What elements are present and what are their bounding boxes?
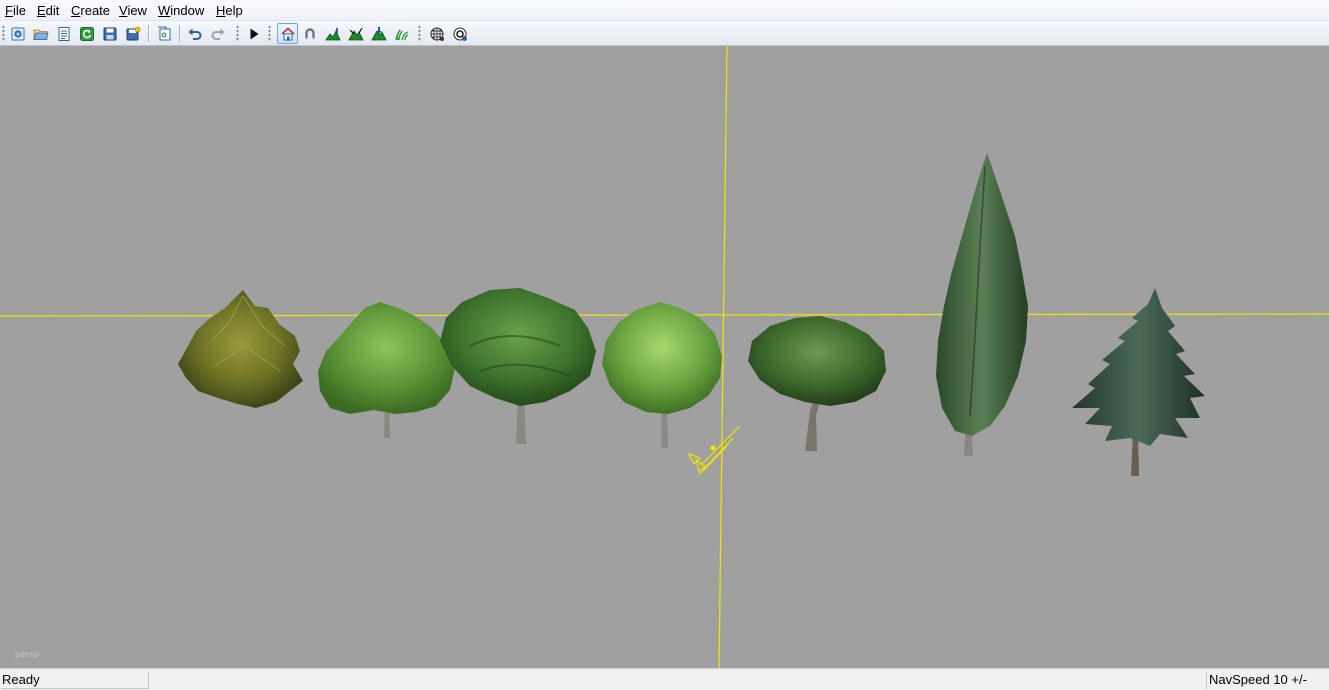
status-text: Ready xyxy=(1,672,149,689)
menu-help[interactable]: Help xyxy=(216,3,243,18)
menu-file[interactable]: File xyxy=(5,3,26,18)
menu-window[interactable]: Window xyxy=(158,3,204,18)
save-icon xyxy=(103,27,116,40)
save-button[interactable] xyxy=(99,23,120,44)
tree-broadleaf-light[interactable] xyxy=(318,302,455,438)
home-button[interactable] xyxy=(277,23,298,44)
undo-icon xyxy=(188,28,201,40)
navspeed-indicator: NavSpeed 10 +/- xyxy=(1206,672,1326,689)
refresh-icon xyxy=(79,26,94,41)
grass-button[interactable] xyxy=(391,23,412,44)
toolbar-separator xyxy=(148,25,149,42)
menu-bar: File Edit Create View Window Help xyxy=(0,0,1329,21)
toolbar-grip[interactable] xyxy=(2,25,5,42)
home-icon xyxy=(280,26,295,40)
menu-create[interactable]: Create xyxy=(71,3,110,18)
grass-icon xyxy=(394,29,408,40)
toolbar-grip[interactable] xyxy=(268,25,271,42)
mountain-select-icon xyxy=(370,26,387,40)
play-icon xyxy=(250,28,258,39)
scene-canvas[interactable] xyxy=(0,46,1329,668)
new-scene-icon xyxy=(11,27,24,40)
magnet-icon xyxy=(304,27,315,40)
save-all-icon xyxy=(126,26,140,40)
redo-button[interactable] xyxy=(207,23,228,44)
status-bar: Ready NavSpeed 10 +/- xyxy=(0,668,1329,690)
sphere-checker-button[interactable] xyxy=(426,23,447,44)
magnet-button[interactable] xyxy=(299,23,320,44)
undo-button[interactable] xyxy=(184,23,205,44)
3d-viewport[interactable]: persp xyxy=(0,46,1329,668)
refresh-button[interactable] xyxy=(76,23,97,44)
sphere-settings-button[interactable] xyxy=(449,23,470,44)
camera-locator-icon[interactable] xyxy=(687,425,741,475)
open-icon xyxy=(32,29,49,40)
import-icon xyxy=(157,26,170,40)
save-all-button[interactable] xyxy=(122,23,143,44)
terrain-button[interactable] xyxy=(322,23,343,44)
toolbar-grip[interactable] xyxy=(236,25,239,42)
tree-oak-dark[interactable] xyxy=(440,288,596,444)
redo-icon xyxy=(211,28,224,40)
mountain-icon xyxy=(347,27,364,40)
sphere-checker-icon xyxy=(430,27,444,41)
new-scene-button[interactable] xyxy=(7,23,28,44)
menu-view[interactable]: View xyxy=(119,3,147,18)
sphere-settings-icon xyxy=(453,27,467,41)
document-icon xyxy=(58,26,69,41)
import-button[interactable] xyxy=(153,23,174,44)
mountain-button[interactable] xyxy=(345,23,366,44)
tree-round-bright[interactable] xyxy=(602,302,722,448)
document-button[interactable] xyxy=(53,23,74,44)
camera-label: persp xyxy=(15,650,40,659)
play-button[interactable] xyxy=(243,23,264,44)
tree-cypress-tall[interactable] xyxy=(936,153,1028,456)
terrain-icon xyxy=(324,27,341,40)
toolbar-grip[interactable] xyxy=(418,25,421,42)
toolbar-separator xyxy=(179,25,180,42)
tree-broadleaf-dark[interactable] xyxy=(748,316,886,451)
open-button[interactable] xyxy=(30,23,51,44)
mountain-select-button[interactable] xyxy=(368,23,389,44)
menu-edit[interactable]: Edit xyxy=(37,3,59,18)
tree-fir[interactable] xyxy=(1072,288,1205,476)
tree-spruce-olive[interactable] xyxy=(178,290,303,408)
toolbar xyxy=(0,21,1329,46)
